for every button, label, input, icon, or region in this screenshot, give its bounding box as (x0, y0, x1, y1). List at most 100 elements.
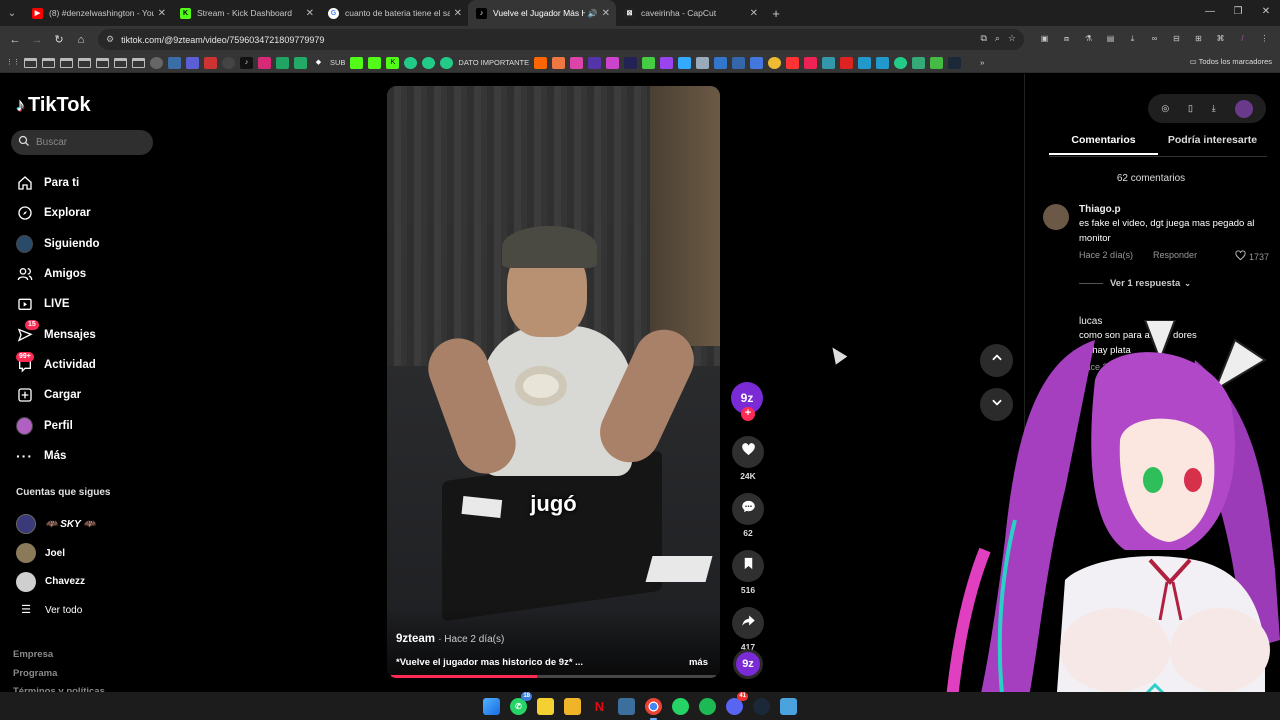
close-tab-icon[interactable]: ✕ (454, 8, 462, 19)
comment-like-button[interactable]: 1737 (1235, 250, 1269, 263)
discord-app-icon[interactable]: 41 (726, 691, 748, 715)
apps-grid-icon[interactable]: ⋮⋮ (6, 57, 20, 69)
tab-comentarios[interactable]: Comentarios (1049, 134, 1158, 155)
tab-capcut[interactable]: ⊠ caveirinha - CapCut ✕ (616, 0, 764, 26)
new-tab-button[interactable]: + (764, 6, 788, 21)
folder-icon[interactable] (60, 57, 73, 68)
instagram-icon[interactable] (258, 56, 271, 69)
file-explorer-icon[interactable] (564, 697, 581, 715)
bookmark-icon[interactable] (570, 56, 584, 69)
close-tab-icon[interactable]: ✕ (158, 8, 166, 19)
footer-link-programa[interactable]: Programa (13, 665, 105, 684)
music-disc[interactable]: 9z (733, 649, 763, 679)
bookmark-icon[interactable] (678, 56, 692, 69)
bookmark-icon[interactable] (660, 56, 674, 69)
bookmark-icon[interactable] (350, 56, 364, 69)
bookmark-icon[interactable] (606, 56, 620, 69)
bookmark-icon[interactable] (894, 56, 908, 69)
netflix-app-icon[interactable]: N (591, 698, 608, 715)
share-button[interactable] (732, 607, 764, 639)
tab-podria-interesarte[interactable]: Podría interesarte (1158, 134, 1267, 155)
user-avatar[interactable] (1234, 99, 1253, 118)
bookmark-icon[interactable] (294, 56, 307, 69)
comment-username[interactable]: Thiago.p (1079, 204, 1269, 215)
next-video-button[interactable] (980, 388, 1013, 421)
bookmark-icon[interactable] (552, 56, 566, 69)
folder-icon[interactable] (24, 57, 37, 68)
bookmark-icon[interactable] (804, 56, 818, 69)
nav-live[interactable]: LIVE (16, 289, 100, 319)
view-replies-button[interactable]: Ver 1 respuesta ⌄ (1079, 278, 1191, 289)
bookmark-icon[interactable] (168, 56, 181, 69)
comment-username[interactable]: lucas (1079, 316, 1269, 327)
like-button[interactable] (732, 436, 764, 468)
search-input[interactable] (36, 137, 136, 148)
close-tab-icon[interactable]: ✕ (750, 8, 758, 19)
bookmark-icon[interactable] (368, 56, 382, 69)
all-bookmarks[interactable]: ▭ Todos los marcadores (1190, 57, 1272, 66)
comment-button[interactable] (732, 493, 764, 525)
kick-bookmark-icon[interactable]: K (386, 56, 400, 69)
following-item[interactable]: Chavezz (16, 567, 96, 596)
nav-mensajes[interactable]: 15 Mensajes (16, 319, 100, 349)
bookmarks-overflow-icon[interactable]: » (980, 58, 984, 67)
chrome-app-icon[interactable] (645, 697, 662, 720)
bookmark-icon[interactable] (840, 56, 854, 69)
bookmark-icon[interactable] (440, 56, 454, 69)
phone-icon[interactable]: ▯ (1188, 103, 1193, 114)
puzzle-icon[interactable]: ⧈ (1059, 31, 1074, 46)
forward-icon[interactable]: → (26, 34, 48, 46)
folder-icon[interactable] (96, 57, 109, 68)
extension-icon[interactable]: ▤ (1103, 31, 1118, 46)
install-icon[interactable]: ⧉ (980, 33, 986, 44)
bookmark-icon[interactable] (930, 56, 944, 69)
bookmark-icon[interactable] (696, 56, 710, 69)
following-item[interactable]: 🦇 SKY 🦇 (16, 510, 96, 539)
download-icon[interactable]: ⤓ (1125, 31, 1140, 46)
bookmark-icon[interactable] (732, 56, 746, 69)
menu-icon[interactable]: ⋮ (1257, 31, 1272, 46)
bookmark-icon[interactable] (714, 56, 728, 69)
nav-siguiendo[interactable]: Siguiendo (16, 229, 100, 259)
bookmark-icon[interactable] (150, 56, 163, 69)
tab-google[interactable]: G cuanto de bateria tiene el sams ✕ (320, 0, 468, 26)
extension-icon[interactable]: ∞ (1147, 31, 1162, 46)
home-page-icon[interactable]: ⌂ (70, 34, 92, 46)
tab-search-icon[interactable]: ⌄ (0, 0, 24, 26)
tab-kick[interactable]: K Stream - Kick Dashboard ✕ (172, 0, 320, 26)
bookmark-icon[interactable] (222, 56, 235, 69)
close-tab-icon[interactable]: ✕ (602, 8, 610, 19)
steam-app-icon[interactable] (753, 697, 770, 715)
extension-icon[interactable]: ⊟ (1169, 31, 1184, 46)
bookmark-icon[interactable] (768, 56, 782, 69)
whatsapp-app-icon[interactable]: ✆ 18 (510, 691, 532, 715)
reload-icon[interactable]: ↻ (48, 33, 70, 46)
tiktok-logo[interactable]: ♪ TikTok (16, 94, 91, 117)
sub-bookmark-icon[interactable]: ◆ (312, 57, 325, 69)
bookmark-icon[interactable] (642, 56, 656, 69)
bookmark-icon[interactable] (912, 56, 926, 69)
nav-cargar[interactable]: Cargar (16, 380, 100, 410)
back-icon[interactable]: ← (4, 34, 26, 46)
bookmark-icon[interactable] (422, 56, 436, 69)
tab-youtube[interactable]: ▶ (8) #denzelwashington - YouTube ✕ (24, 0, 172, 26)
video-player[interactable]: jugó 9zteam · Hace 2 día(s) *Vuelve el j… (387, 86, 720, 678)
tab-tiktok[interactable]: ♪ Vuelve el Jugador Más Histó 🔊 ✕ (468, 0, 616, 26)
folder-icon[interactable] (114, 57, 127, 68)
spotify-app-icon[interactable] (699, 697, 716, 715)
start-windows-icon[interactable] (483, 697, 500, 715)
extension-icon[interactable]: ⌘ (1213, 31, 1228, 46)
folder-icon[interactable] (42, 57, 55, 68)
folder-icon[interactable] (132, 57, 145, 68)
download-icon[interactable]: ⤓ (1212, 103, 1216, 114)
bookmark-icon[interactable] (624, 56, 638, 69)
nav-actividad[interactable]: 99+ Actividad (16, 350, 100, 380)
bookmark-icon[interactable] (204, 56, 217, 69)
app-icon[interactable] (618, 697, 635, 715)
close-window-icon[interactable]: ✕ (1252, 0, 1280, 24)
video-author[interactable]: 9zteam · Hace 2 día(s) (396, 633, 504, 645)
extension-icon[interactable]: ⚗ (1081, 31, 1096, 46)
minimize-icon[interactable]: — (1196, 0, 1224, 24)
previous-video-button[interactable] (980, 344, 1013, 377)
notepad-app-icon[interactable] (780, 697, 797, 715)
